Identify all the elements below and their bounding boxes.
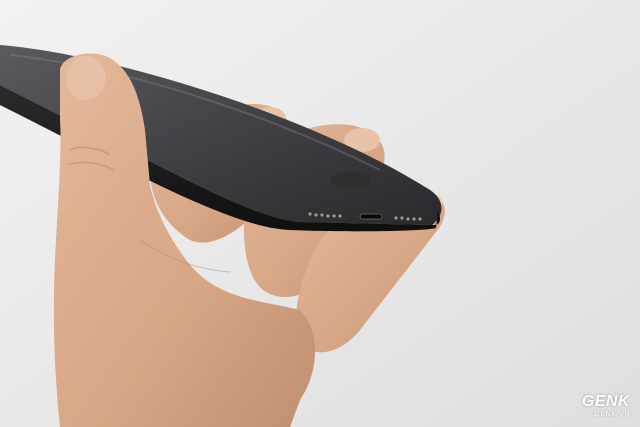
watermark-site: GENK.VN (594, 411, 630, 418)
thumbnail (66, 56, 106, 100)
watermark: GENK GENK.VN (582, 394, 630, 419)
watermark-brand: GENK (581, 393, 630, 410)
lightning-port (359, 213, 383, 220)
photo-scene (0, 0, 640, 427)
home-button (330, 171, 370, 189)
